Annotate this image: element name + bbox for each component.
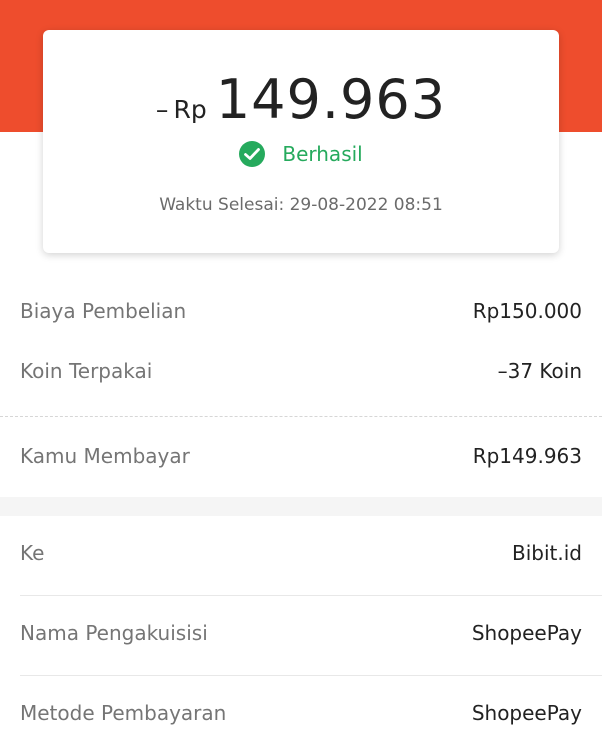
row-divider bbox=[20, 675, 602, 676]
row-value: ShopeePay bbox=[471, 621, 582, 645]
amount-value: 149.963 bbox=[215, 68, 447, 131]
purchase-cost-row: Biaya Pembelian Rp150.000 bbox=[0, 299, 602, 329]
payment-method-row: Metode Pembayaran ShopeePay bbox=[0, 701, 602, 731]
row-label: Kamu Membayar bbox=[20, 444, 190, 468]
row-value: Rp150.000 bbox=[472, 299, 582, 323]
check-circle-icon bbox=[239, 141, 266, 167]
total-paid-row: Kamu Membayar Rp149.963 bbox=[0, 444, 602, 474]
recipient-row: Ke Bibit.id bbox=[0, 541, 602, 571]
row-label: Nama Pengakuisisi bbox=[20, 621, 208, 645]
row-label: Ke bbox=[20, 541, 45, 565]
row-value: Bibit.id bbox=[512, 541, 582, 565]
row-value: –37 Koin bbox=[497, 359, 582, 383]
dashed-divider bbox=[0, 416, 602, 417]
section-gap bbox=[0, 497, 602, 516]
amount-currency: Rp bbox=[173, 95, 207, 124]
row-label: Biaya Pembelian bbox=[20, 299, 187, 323]
status-text: Berhasil bbox=[282, 142, 363, 166]
status-row: Berhasil bbox=[43, 141, 559, 167]
row-label: Koin Terpakai bbox=[20, 359, 153, 383]
row-value: ShopeePay bbox=[471, 701, 582, 725]
row-divider bbox=[20, 595, 602, 596]
amount-display: – Rp 149.963 bbox=[43, 68, 559, 131]
row-label: Metode Pembayaran bbox=[20, 701, 227, 725]
acquirer-row: Nama Pengakuisisi ShopeePay bbox=[0, 621, 602, 651]
completion-time: Waktu Selesai: 29-08-2022 08:51 bbox=[159, 195, 443, 215]
row-value: Rp149.963 bbox=[472, 444, 582, 468]
coins-used-row: Koin Terpakai –37 Koin bbox=[0, 359, 602, 389]
amount-sign: – bbox=[155, 95, 169, 124]
transaction-summary-card: – Rp 149.963 Berhasil Waktu Selesai: 29-… bbox=[43, 30, 559, 253]
